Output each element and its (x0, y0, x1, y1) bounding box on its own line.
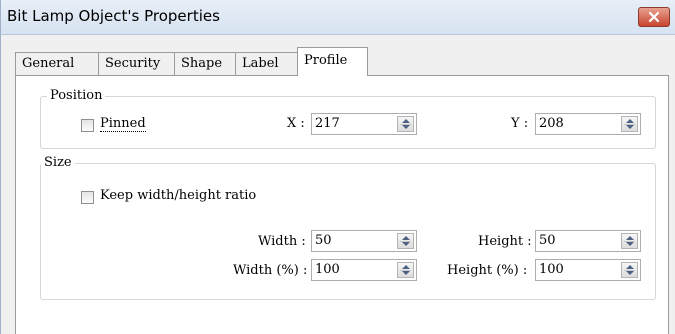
height-pct-label: Height (%) : (447, 263, 528, 278)
spin-down-icon[interactable] (402, 125, 410, 129)
height-spin-button[interactable] (621, 233, 638, 249)
x-spin-button[interactable] (397, 116, 414, 132)
title-bar: Bit Lamp Object's Properties (1, 0, 675, 35)
width-pct-label: Width (%) : (233, 263, 308, 278)
height-value: 50 (539, 233, 556, 248)
width-pct-value: 100 (315, 262, 340, 277)
y-label: Y : (511, 116, 529, 131)
tab-shape[interactable]: Shape (174, 52, 236, 75)
width-pct-spinbox[interactable]: 100 (311, 259, 417, 281)
spin-up-icon[interactable] (626, 236, 634, 240)
spin-down-icon[interactable] (626, 271, 634, 275)
keep-ratio-label[interactable]: Keep width/height ratio (100, 188, 256, 203)
properties-dialog: Bit Lamp Object's Properties General Sec… (0, 0, 675, 334)
size-group: Size Keep width/height ratio Width : 50 … (40, 155, 656, 300)
spin-down-icon[interactable] (626, 242, 634, 246)
window-title: Bit Lamp Object's Properties (7, 7, 220, 25)
tab-security[interactable]: Security (98, 52, 175, 75)
pinned-checkbox[interactable] (81, 119, 94, 132)
width-value: 50 (315, 233, 332, 248)
height-label: Height : (478, 234, 532, 249)
height-pct-spinbox[interactable]: 100 (535, 259, 641, 281)
keep-ratio-checkbox[interactable] (81, 191, 94, 204)
spin-up-icon[interactable] (402, 236, 410, 240)
height-spinbox[interactable]: 50 (535, 230, 641, 252)
spin-up-icon[interactable] (402, 119, 410, 123)
spin-up-icon[interactable] (626, 119, 634, 123)
x-spinbox[interactable]: 217 (311, 113, 417, 135)
height-pct-value: 100 (539, 262, 564, 277)
tab-general[interactable]: General (15, 52, 99, 75)
profile-panel: Position Pinned X : 217 Y : 208 Size Kee… (15, 75, 669, 334)
x-value: 217 (315, 116, 340, 131)
width-label: Width : (258, 234, 306, 249)
width-spin-button[interactable] (397, 233, 414, 249)
pinned-label[interactable]: Pinned (100, 116, 146, 132)
x-label: X : (287, 116, 305, 131)
y-spinbox[interactable]: 208 (535, 113, 641, 135)
spin-down-icon[interactable] (402, 242, 410, 246)
position-group-label: Position (47, 88, 106, 103)
size-group-label: Size (41, 155, 75, 170)
close-icon (648, 11, 660, 23)
spin-up-icon[interactable] (402, 265, 410, 269)
spin-down-icon[interactable] (402, 271, 410, 275)
height-pct-spin-button[interactable] (621, 262, 638, 278)
width-spinbox[interactable]: 50 (311, 230, 417, 252)
tab-label[interactable]: Label (235, 52, 298, 75)
close-button[interactable] (638, 7, 670, 27)
tab-profile[interactable]: Profile (297, 47, 368, 76)
spin-down-icon[interactable] (626, 125, 634, 129)
y-spin-button[interactable] (621, 116, 638, 132)
spin-up-icon[interactable] (626, 265, 634, 269)
width-pct-spin-button[interactable] (397, 262, 414, 278)
position-group: Position Pinned X : 217 Y : 208 (40, 88, 656, 149)
y-value: 208 (539, 116, 564, 131)
